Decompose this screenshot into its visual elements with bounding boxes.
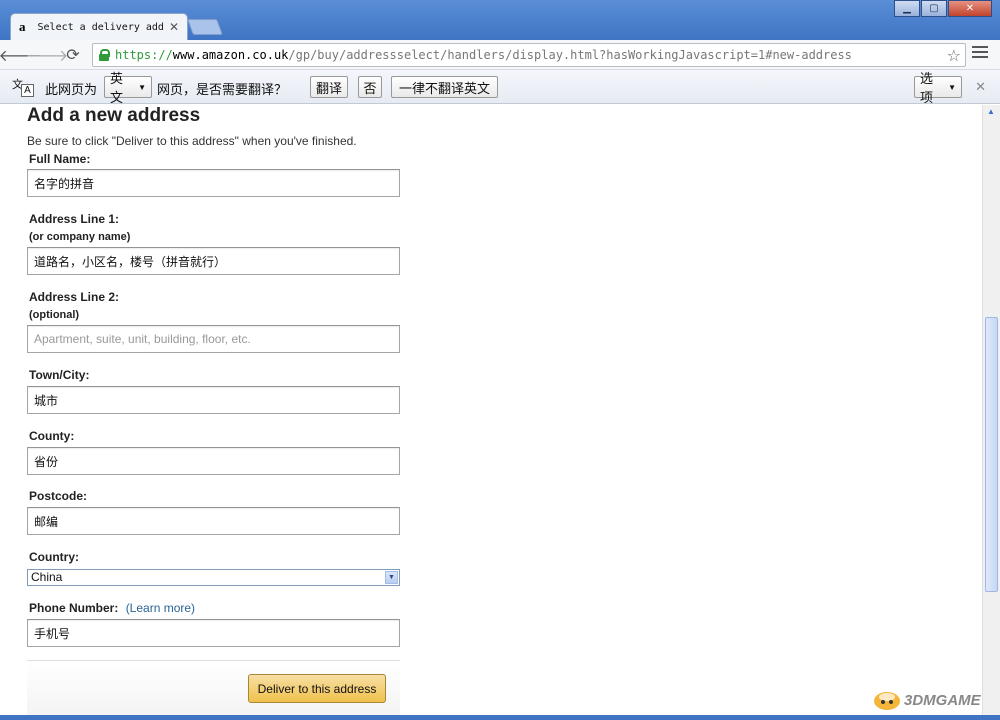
url-text: https://www.amazon.co.uk/gp/buy/addresss… [115,48,852,62]
address-line2-sublabel: (optional) [29,309,80,321]
address-line2-label: Address Line 2: [29,290,120,304]
maximize-icon[interactable]: ▢ [921,0,947,17]
postcode-label: Postcode: [29,489,88,503]
chevron-down-icon[interactable]: ▼ [385,571,398,584]
close-window-icon[interactable]: ✕ [948,0,992,17]
country-label: Country: [29,550,79,564]
menu-icon[interactable] [972,46,988,62]
learn-more-link[interactable]: (Learn more) [126,601,195,615]
postcode-field[interactable]: 邮编 [27,507,400,535]
country-select-value: China [31,570,63,584]
tab-title: Select a delivery addre [37,21,165,33]
bookmark-star-icon[interactable]: ☆ [947,46,961,66]
address-line1-field[interactable]: 道路名，小区名，楼号（拼音就行） [27,247,400,275]
new-tab-button[interactable] [187,19,223,35]
watermark: 3DMGAME [872,688,981,712]
page-title: Add a new address [27,105,201,126]
full-name-field[interactable]: 名字的拼音 [27,169,400,197]
window-bottom-border [0,715,1000,720]
translate-icon: 文A [12,76,34,98]
close-translate-icon[interactable]: ✕ [975,79,986,95]
language-select-value: 英文 [110,71,124,105]
town-city-field[interactable]: 城市 [27,386,400,414]
browser-tab[interactable]: a Select a delivery addre ✕ [10,13,188,40]
language-select[interactable]: 英文 ▼ [104,71,152,105]
phone-number-label: Phone Number: (Learn more) [29,601,195,615]
phone-label-text: Phone Number: [29,601,119,615]
options-button[interactable]: 选项 ▼ [914,71,962,105]
address-line2-field[interactable]: Apartment, suite, unit, building, floor,… [27,325,400,353]
watermark-emblem-icon [874,692,900,710]
address-line1-sublabel: (or company name) [29,231,131,243]
translate-prefix: 此网页为 [45,82,98,97]
minimize-icon[interactable]: ▁ [894,0,920,17]
amazon-favicon-icon: a [19,19,26,34]
translate-button[interactable]: 翻译 [310,76,348,98]
town-city-label: Town/City: [29,368,90,382]
watermark-text: 3DMGAME [904,691,981,709]
chevron-down-icon: ▼ [138,82,146,92]
forward-arrow-icon[interactable]: 🡒 [26,45,69,65]
options-label: 选项 [920,71,934,105]
full-name-label: Full Name: [29,152,91,166]
page-content: Add a new address Be sure to click "Deli… [0,105,982,720]
reload-icon[interactable]: ⟳ [63,45,83,65]
translate-bar: 文A 此网页为 英文 ▼ 网页，是否需要翻译？ 翻译 否 一律不翻译英文 选项 ▼ … [0,70,1000,105]
scrollbar-thumb[interactable] [985,317,998,592]
scroll-up-icon[interactable]: ▲ [987,107,995,116]
vertical-scrollbar[interactable]: ▲ [982,105,1000,715]
chevron-down-icon: ▼ [948,82,956,92]
address-line1-label: Address Line 1: [29,212,120,226]
county-field[interactable]: 省份 [27,447,400,475]
country-select[interactable]: China ▼ [27,569,400,586]
browser-titlebar: a Select a delivery addre ✕ ▁ ▢ ✕ [0,0,1000,40]
translate-question: 网页，是否需要翻译？ [157,82,288,97]
tab-close-icon[interactable]: ✕ [169,20,179,34]
address-bar[interactable]: https://www.amazon.co.uk/gp/buy/addresss… [92,43,966,67]
deliver-to-this-address-button[interactable]: Deliver to this address [248,674,386,703]
no-translate-button[interactable]: 否 [358,76,382,98]
lock-icon [99,49,110,61]
browser-toolbar: 🡐 🡒 ⟳ https://www.amazon.co.uk/gp/buy/ad… [0,40,1000,70]
phone-number-field[interactable]: 手机号 [27,619,400,647]
window-controls: ▁ ▢ ✕ [893,0,992,17]
never-translate-button[interactable]: 一律不翻译英文 [391,76,498,98]
form-instruction: Be sure to click "Deliver to this addres… [27,134,357,148]
county-label: County: [29,429,75,443]
